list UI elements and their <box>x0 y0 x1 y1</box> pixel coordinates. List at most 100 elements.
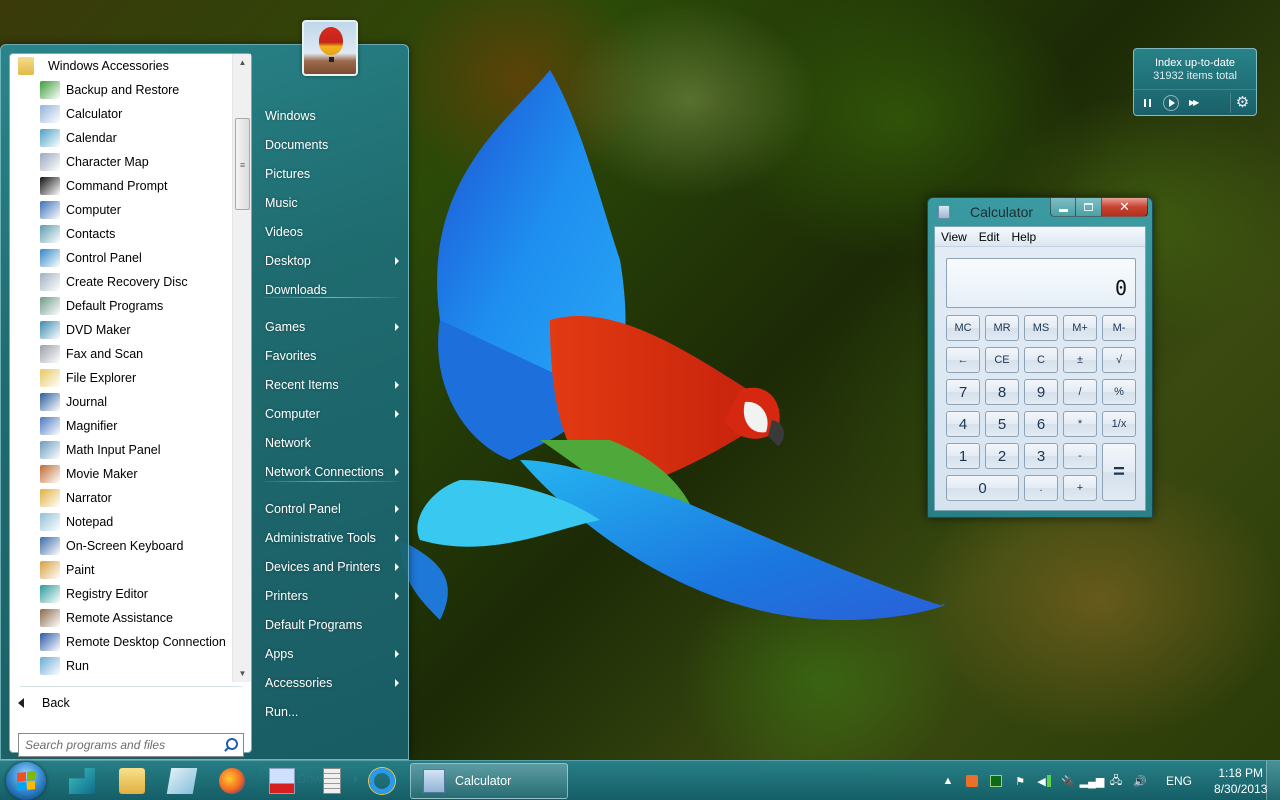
key-2[interactable]: 2 <box>985 443 1019 469</box>
key-divide[interactable]: / <box>1063 379 1097 405</box>
program-item[interactable]: Backup and Restore <box>10 78 232 102</box>
program-item[interactable]: Create Recovery Disc <box>10 270 232 294</box>
start-link-computer[interactable]: Computer <box>257 401 407 427</box>
menu-view[interactable]: View <box>935 230 973 244</box>
maximize-button[interactable] <box>1076 198 1102 217</box>
volume-level-icon[interactable]: ◀ <box>1036 773 1052 789</box>
start-link-accessories[interactable]: Accessories <box>257 670 407 696</box>
start-link-videos[interactable]: Videos <box>257 219 407 245</box>
program-item[interactable]: DVD Maker <box>10 318 232 342</box>
file-explorer-pinned[interactable] <box>116 765 148 797</box>
start-link-apps[interactable]: Apps <box>257 641 407 667</box>
calculator-titlebar[interactable]: Calculator ✕ <box>928 198 1152 226</box>
notepad-pinned[interactable] <box>166 765 198 797</box>
registry-editor-pinned[interactable] <box>66 765 98 797</box>
play-icon[interactable] <box>1163 94 1179 111</box>
user-account-picture[interactable] <box>302 20 358 76</box>
program-item[interactable]: Contacts <box>10 222 232 246</box>
task-list-pinned[interactable] <box>316 765 348 797</box>
search-input[interactable] <box>25 738 215 752</box>
key-ce[interactable]: CE <box>985 347 1019 373</box>
close-button[interactable]: ✕ <box>1102 198 1148 217</box>
key-9[interactable]: 9 <box>1024 379 1058 405</box>
scroll-up-arrow-icon[interactable]: ▲ <box>233 54 252 71</box>
start-link-administrative-tools[interactable]: Administrative Tools <box>257 525 407 551</box>
program-item[interactable]: Control Panel <box>10 246 232 270</box>
start-button[interactable] <box>6 762 46 800</box>
program-item[interactable]: Remote Assistance <box>10 606 232 630</box>
program-item[interactable]: Default Programs <box>10 294 232 318</box>
programs-folder-header[interactable]: Windows Accessories <box>10 54 232 78</box>
key-5[interactable]: 5 <box>985 411 1019 437</box>
key-3[interactable]: 3 <box>1024 443 1058 469</box>
program-item[interactable]: Remote Desktop Connection <box>10 630 232 654</box>
programs-scrollbar[interactable]: ▲ ≡ ▼ <box>232 54 251 682</box>
program-item[interactable]: Paint <box>10 558 232 582</box>
back-button[interactable]: Back <box>18 691 70 715</box>
speaker-icon[interactable]: 🔊 <box>1132 773 1148 789</box>
program-item[interactable]: Registry Editor <box>10 582 232 606</box>
scroll-down-arrow-icon[interactable]: ▼ <box>233 665 252 682</box>
search-icon[interactable] <box>223 738 238 752</box>
key-m-plus[interactable]: M+ <box>1063 315 1097 341</box>
key-percent[interactable]: % <box>1102 379 1136 405</box>
start-link-printers[interactable]: Printers <box>257 583 407 609</box>
menu-help[interactable]: Help <box>1005 230 1042 244</box>
key-backspace[interactable]: ← <box>946 347 980 373</box>
start-link-games[interactable]: Games <box>257 314 407 340</box>
signal-bars-icon[interactable]: ▂▄▆ <box>1080 773 1105 789</box>
scroll-thumb[interactable]: ≡ <box>235 118 250 210</box>
key-multiply[interactable]: * <box>1063 411 1097 437</box>
key-add[interactable]: + <box>1063 475 1097 501</box>
program-item[interactable]: Fax and Scan <box>10 342 232 366</box>
program-item[interactable]: Character Map <box>10 150 232 174</box>
program-item[interactable]: Narrator <box>10 486 232 510</box>
start-link-downloads[interactable]: Downloads <box>257 277 407 303</box>
internet-explorer-pinned[interactable] <box>366 765 398 797</box>
power-plug-icon[interactable]: 🔌 <box>1060 773 1076 789</box>
program-item[interactable]: Calculator <box>10 102 232 126</box>
start-link-pictures[interactable]: Pictures <box>257 161 407 187</box>
program-item[interactable]: Magnifier <box>10 414 232 438</box>
program-item[interactable]: Computer <box>10 198 232 222</box>
start-link-music[interactable]: Music <box>257 190 407 216</box>
program-item[interactable]: Journal <box>10 390 232 414</box>
key-equals[interactable]: = <box>1102 443 1136 501</box>
key-mr[interactable]: MR <box>985 315 1019 341</box>
search-box[interactable] <box>18 733 244 757</box>
key-0[interactable]: 0 <box>946 475 1019 501</box>
fast-forward-icon[interactable]: ▶▶ <box>1189 98 1199 107</box>
firefox-pinned[interactable] <box>216 765 248 797</box>
key-8[interactable]: 8 <box>985 379 1019 405</box>
start-link-run[interactable]: Run... <box>257 699 407 725</box>
program-item[interactable]: Notepad <box>10 510 232 534</box>
key-m-minus[interactable]: M- <box>1102 315 1136 341</box>
key-reciprocal[interactable]: 1/x <box>1102 411 1136 437</box>
show-hidden-icons-icon[interactable]: ▲ <box>940 773 956 789</box>
key-mc[interactable]: MC <box>946 315 980 341</box>
program-item[interactable]: Command Prompt <box>10 174 232 198</box>
key-decimal[interactable]: . <box>1024 475 1058 501</box>
action-center-flag-icon[interactable]: ⚑ <box>1012 773 1028 789</box>
start-link-documents[interactable]: Documents <box>257 132 407 158</box>
key-subtract[interactable]: - <box>1063 443 1097 469</box>
performance-meter-icon[interactable] <box>988 773 1004 789</box>
program-item[interactable]: Movie Maker <box>10 462 232 486</box>
network-icon[interactable]: 🖧 <box>1108 773 1124 789</box>
language-indicator[interactable]: ENG <box>1166 774 1192 788</box>
key-6[interactable]: 6 <box>1024 411 1058 437</box>
pause-icon[interactable] <box>1144 98 1151 107</box>
gear-icon[interactable]: ⚙ <box>1230 92 1250 113</box>
start-link-favorites[interactable]: Favorites <box>257 343 407 369</box>
minimize-button[interactable] <box>1050 198 1076 217</box>
start-link-desktop[interactable]: Desktop <box>257 248 407 274</box>
clock[interactable]: 1:18 PM 8/30/2013 <box>1214 765 1267 797</box>
key-negate[interactable]: ± <box>1063 347 1097 373</box>
start-link-windows[interactable]: Windows <box>257 103 407 129</box>
show-desktop-button[interactable] <box>1266 761 1280 800</box>
key-sqrt[interactable]: √ <box>1102 347 1136 373</box>
program-item[interactable]: Math Input Panel <box>10 438 232 462</box>
start-link-devices-and-printers[interactable]: Devices and Printers <box>257 554 407 580</box>
start-link-control-panel[interactable]: Control Panel <box>257 496 407 522</box>
program-item[interactable]: File Explorer <box>10 366 232 390</box>
